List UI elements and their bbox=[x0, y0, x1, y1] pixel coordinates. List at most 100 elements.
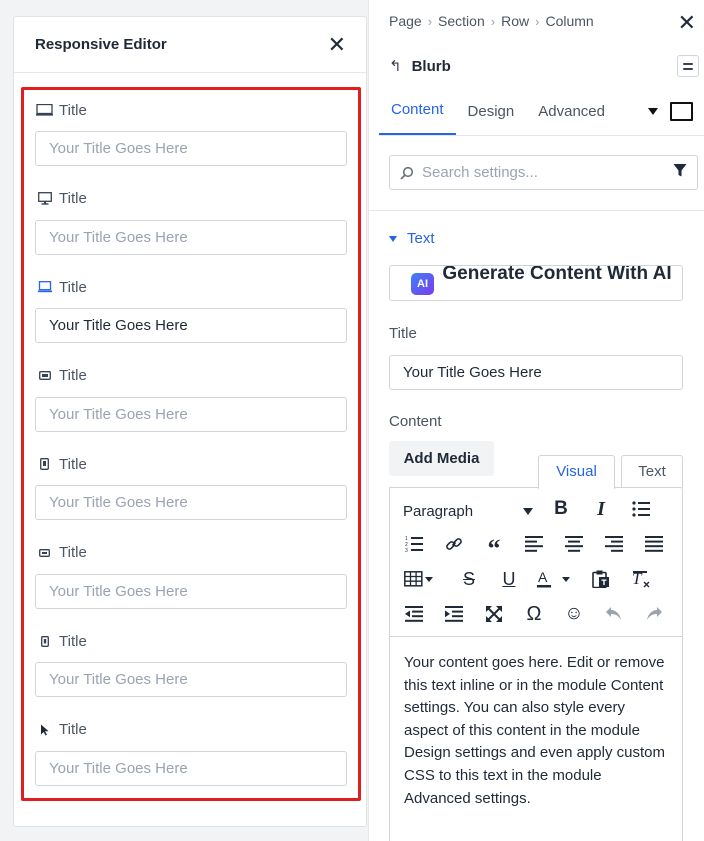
responsive-editor-header: Responsive Editor ✕ bbox=[14, 17, 366, 73]
filter-icon[interactable] bbox=[673, 163, 687, 183]
module-header: ↰ Blurb bbox=[389, 55, 699, 77]
field-label: Title bbox=[59, 278, 87, 296]
tab-text[interactable]: Text bbox=[621, 455, 683, 488]
paragraph-format-select[interactable]: Paragraph bbox=[403, 503, 533, 520]
tab-design[interactable]: Design bbox=[456, 103, 527, 135]
phone-portrait-icon bbox=[36, 635, 53, 647]
title-input-tablet-portrait[interactable] bbox=[35, 485, 347, 520]
chevron-right-icon: › bbox=[490, 13, 496, 29]
title-input-laptop[interactable] bbox=[35, 308, 347, 343]
search-input[interactable] bbox=[418, 164, 673, 181]
paste-text-icon[interactable] bbox=[589, 567, 613, 591]
bullet-list-icon[interactable] bbox=[629, 497, 653, 521]
title-input-tablet-landscape[interactable] bbox=[35, 396, 347, 432]
svg-text:A: A bbox=[538, 569, 548, 585]
close-settings-button[interactable]: ✕ bbox=[678, 10, 696, 36]
blockquote-icon[interactable]: “ bbox=[482, 532, 506, 562]
close-responsive-editor-button[interactable]: ✕ bbox=[328, 33, 346, 56]
phone-landscape-icon bbox=[36, 548, 53, 557]
editor-toolbar: Paragraph B I 123 “ S U A T Ω ☺ bbox=[390, 488, 682, 637]
responsive-fields-highlight: Title Title Title bbox=[21, 87, 361, 801]
field-label: Title bbox=[59, 101, 87, 119]
desktop-icon bbox=[36, 192, 53, 205]
fullscreen-icon[interactable] bbox=[482, 602, 506, 626]
responsive-field-tablet-landscape: Title bbox=[35, 365, 347, 454]
content-editable-area[interactable]: Your content goes here. Edit or remove t… bbox=[390, 637, 682, 825]
emoji-icon[interactable]: ☺ bbox=[562, 602, 586, 626]
breadcrumb-column[interactable]: Column bbox=[545, 13, 593, 29]
responsive-editor-panel: Responsive Editor ✕ Title Title bbox=[13, 16, 367, 827]
tablet-portrait-icon bbox=[36, 458, 53, 470]
field-label: Title bbox=[59, 721, 87, 738]
title-input-desktop-wide[interactable] bbox=[35, 131, 347, 166]
responsive-editor-title: Responsive Editor bbox=[35, 36, 167, 53]
field-label: Title bbox=[59, 367, 87, 384]
ai-button-label: Generate Content With AI bbox=[442, 265, 672, 284]
breadcrumb-section[interactable]: Section bbox=[438, 13, 485, 29]
strikethrough-icon[interactable]: S bbox=[457, 567, 481, 591]
responsive-field-phone-portrait: Title bbox=[35, 630, 347, 719]
divider bbox=[369, 210, 704, 211]
italic-icon[interactable]: I bbox=[589, 497, 613, 521]
title-input[interactable] bbox=[389, 355, 683, 390]
module-options-button[interactable] bbox=[677, 55, 699, 77]
align-left-icon[interactable] bbox=[522, 532, 546, 556]
tab-visual[interactable]: Visual bbox=[538, 455, 615, 489]
align-right-icon[interactable] bbox=[602, 532, 626, 556]
align-justify-icon[interactable] bbox=[642, 532, 666, 556]
tab-content[interactable]: Content bbox=[379, 101, 456, 135]
title-input-desktop[interactable] bbox=[35, 219, 347, 255]
clear-formatting-icon[interactable]: T bbox=[629, 567, 653, 591]
title-input-phone-portrait[interactable] bbox=[35, 662, 347, 697]
responsive-field-hover: Title bbox=[35, 719, 347, 808]
svg-text:3: 3 bbox=[405, 548, 408, 553]
settings-search bbox=[389, 155, 698, 190]
text-group-toggle[interactable]: Text bbox=[389, 230, 435, 247]
responsive-field-desktop: Title bbox=[35, 188, 347, 277]
align-center-icon[interactable] bbox=[562, 532, 586, 556]
undo-icon[interactable] bbox=[602, 602, 626, 626]
title-label: Title bbox=[389, 325, 417, 342]
laptop-icon bbox=[36, 281, 53, 293]
chevron-right-icon: › bbox=[427, 13, 433, 29]
breadcrumb-row[interactable]: Row bbox=[501, 13, 529, 29]
desktop-wide-icon bbox=[36, 104, 53, 116]
numbered-list-icon[interactable]: 123 bbox=[402, 532, 426, 556]
generate-ai-content-button[interactable]: AI Generate Content With AI bbox=[389, 265, 683, 301]
caret-down-icon[interactable] bbox=[648, 108, 658, 115]
search-icon bbox=[400, 166, 418, 180]
field-label: Title bbox=[59, 544, 87, 561]
group-title: Text bbox=[407, 230, 435, 247]
chevron-right-icon: › bbox=[535, 13, 540, 29]
underline-icon[interactable]: U bbox=[497, 567, 521, 591]
text-color-icon[interactable]: A bbox=[534, 567, 574, 591]
table-icon[interactable] bbox=[402, 567, 438, 591]
bold-icon[interactable]: B bbox=[549, 497, 573, 521]
responsive-field-tablet-portrait: Title bbox=[35, 453, 347, 542]
ai-icon: AI bbox=[411, 273, 434, 295]
rich-text-editor: Paragraph B I 123 “ S U A T Ω ☺ Your con… bbox=[389, 487, 683, 841]
redo-icon[interactable] bbox=[642, 602, 666, 626]
caret-down-icon bbox=[523, 508, 533, 515]
field-label: Title bbox=[59, 455, 87, 473]
caret-down-icon bbox=[389, 235, 397, 242]
settings-tabs: Content Design Advanced bbox=[379, 90, 704, 136]
module-settings-panel: Page › Section › Row › Column ✕ ↰ Blurb … bbox=[368, 0, 704, 841]
module-name: Blurb bbox=[411, 57, 451, 75]
responsive-field-laptop: Title bbox=[35, 276, 347, 365]
view-mode-icon[interactable] bbox=[670, 102, 693, 121]
outdent-icon[interactable] bbox=[402, 602, 426, 626]
link-icon[interactable] bbox=[442, 532, 466, 556]
indent-icon[interactable] bbox=[442, 602, 466, 626]
tab-advanced[interactable]: Advanced bbox=[526, 103, 617, 135]
breadcrumb-page[interactable]: Page bbox=[389, 13, 422, 29]
special-character-icon[interactable]: Ω bbox=[522, 602, 546, 626]
add-media-button[interactable]: Add Media bbox=[389, 441, 494, 476]
responsive-field-desktop-wide: Title bbox=[35, 99, 347, 188]
back-arrow-icon[interactable]: ↰ bbox=[389, 57, 402, 75]
title-input-phone-landscape[interactable] bbox=[35, 573, 347, 609]
title-input-hover[interactable] bbox=[35, 750, 347, 786]
content-label: Content bbox=[389, 413, 442, 430]
tablet-landscape-icon bbox=[36, 371, 53, 380]
field-label: Title bbox=[59, 632, 87, 650]
